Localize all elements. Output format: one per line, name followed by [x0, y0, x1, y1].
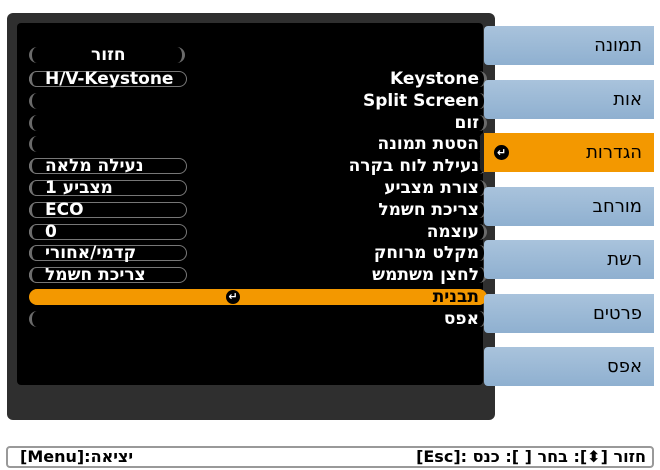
tab-image[interactable]: תמונה: [484, 26, 654, 65]
tab-label: מורחב: [592, 195, 642, 217]
setting-row-keystone[interactable]: H/V-Keystone Keystone: [29, 68, 487, 90]
setting-name: עוצמה: [426, 221, 479, 242]
tab-reset[interactable]: אפס: [484, 347, 654, 386]
setting-value: H/V-Keystone: [45, 69, 174, 89]
tab-info[interactable]: פרטים: [484, 293, 654, 333]
setting-row-split-screen[interactable]: Split Screen: [29, 90, 487, 112]
setting-name: נעילת לוח בקרה: [348, 156, 479, 177]
tab-label: תמונה: [594, 35, 642, 56]
settings-panel: חזור H/V-Keystone Keystone Split Screen …: [7, 13, 495, 420]
setting-value: מצביע 1: [45, 177, 113, 198]
help-navigation-text: [Esc]: חזור [⬍]: בחר [ ]: כנס: [416, 447, 646, 466]
setting-row-remote-receiver[interactable]: קדמי/אחורי מקלט מרוחק: [29, 242, 487, 264]
setting-name: Keystone: [389, 69, 479, 89]
setting-value: 0: [45, 221, 57, 242]
setting-row-user-button[interactable]: צריכת חשמל לחצן משתמש: [29, 264, 487, 286]
setting-row-panel-lock[interactable]: נעילה מלאה נעילת לוח בקרה: [29, 155, 487, 177]
setting-row-zoom[interactable]: זום: [29, 112, 487, 134]
tab-settings[interactable]: ↵ הגדרות: [480, 133, 654, 172]
help-bar: [Menu]:יציאה [Esc]: חזור [⬍]: בחר [ ]: כ…: [6, 446, 654, 468]
setting-value: נעילה מלאה: [45, 156, 144, 177]
tab-network[interactable]: רשת: [484, 240, 654, 279]
setting-row-volume[interactable]: 0 עוצמה: [29, 221, 487, 243]
back-row[interactable]: חזור: [29, 44, 487, 68]
back-label: חזור: [91, 45, 126, 65]
enter-icon: ↵: [494, 145, 509, 160]
setting-value: ECO: [45, 199, 84, 220]
setting-name: הסטת תמונה: [377, 134, 479, 155]
tab-label: הגדרות: [586, 142, 642, 163]
setting-row-image-shift[interactable]: הסטת תמונה: [29, 133, 487, 155]
help-exit-text: [Menu]:יציאה: [20, 447, 134, 466]
menu-tabs: תמונה אות ↵ הגדרות מורחב רשת פרטים אפס: [480, 26, 654, 401]
setting-name: לחצן משתמש: [372, 265, 479, 286]
tab-label: אפס: [607, 356, 642, 377]
setting-name: זום: [454, 112, 479, 133]
setting-row-power-consumption[interactable]: ECO צריכת חשמל: [29, 199, 487, 221]
tab-label: אות: [613, 88, 642, 110]
setting-name: צורת מצביע: [384, 177, 479, 198]
tab-label: פרטים: [592, 302, 642, 324]
setting-value: צריכת חשמל: [45, 265, 146, 286]
setting-name: Split Screen: [363, 90, 479, 111]
setting-name: מקלט מרוחק: [373, 243, 479, 264]
tab-label: רשת: [607, 249, 642, 270]
setting-row-reset[interactable]: אפס: [29, 308, 487, 330]
tab-extended[interactable]: מורחב: [484, 186, 654, 226]
setting-name: תבנית: [432, 286, 479, 307]
enter-icon: ↵: [226, 289, 240, 304]
setting-name: צריכת חשמל: [378, 199, 479, 220]
setting-name: אפס: [443, 308, 479, 329]
setting-row-pattern[interactable]: ↵ תבנית: [29, 286, 487, 308]
tab-signal[interactable]: אות: [484, 79, 654, 119]
settings-list: חזור H/V-Keystone Keystone Split Screen …: [29, 44, 487, 330]
setting-row-pointer-shape[interactable]: מצביע 1 צורת מצביע: [29, 177, 487, 199]
settings-list-area: חזור H/V-Keystone Keystone Split Screen …: [17, 23, 487, 385]
setting-value: קדמי/אחורי: [45, 243, 137, 264]
